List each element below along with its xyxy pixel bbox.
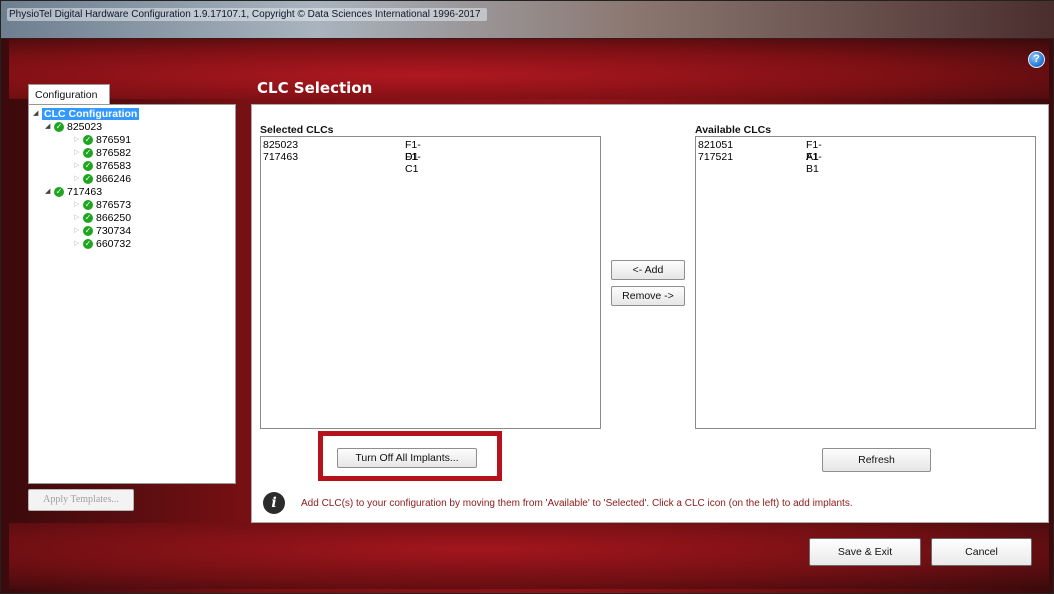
tree-item[interactable]: ▷ ✓ 876583 [74, 160, 131, 172]
collapse-arrow-icon[interactable]: ▷ [74, 225, 83, 237]
remove-button[interactable]: Remove -> [611, 286, 685, 306]
check-circle-icon: ✓ [83, 239, 93, 249]
check-circle-icon: ✓ [83, 135, 93, 145]
check-circle-icon: ✓ [54, 122, 64, 132]
tree-item[interactable]: ▷ ✓ 866250 [74, 212, 131, 224]
collapse-arrow-icon[interactable]: ▷ [74, 160, 83, 172]
title-bar[interactable]: PhysioTel Digital Hardware Configuration… [1, 1, 1054, 39]
list-item[interactable]: 825023 F1-D1 [263, 139, 421, 163]
collapse-arrow-icon[interactable]: ▷ [74, 147, 83, 159]
info-icon: i [263, 492, 285, 514]
tree-item-label[interactable]: 876582 [96, 147, 131, 159]
tree-root-label[interactable]: CLC Configuration [42, 108, 140, 120]
cancel-button[interactable]: Cancel [931, 538, 1032, 566]
tab-configuration[interactable]: Configuration [28, 84, 110, 105]
clc-id: 825023 [263, 139, 299, 151]
tree-item[interactable]: ▷ ✓ 876582 [74, 147, 131, 159]
check-circle-icon: ✓ [83, 148, 93, 158]
add-button[interactable]: <- Add [611, 260, 685, 280]
selected-clcs-label: Selected CLCs [260, 124, 334, 136]
clc-id: 821051 [698, 139, 734, 151]
available-clcs-label: Available CLCs [695, 124, 772, 136]
tree-item[interactable]: ▷ ✓ 866246 [74, 173, 131, 185]
expand-arrow-icon[interactable]: ◢ [45, 121, 54, 133]
tree-group-label[interactable]: 717463 [67, 186, 102, 198]
list-item[interactable]: 821051 F1-A1 [698, 139, 822, 163]
refresh-button[interactable]: Refresh [822, 448, 931, 472]
tree-root[interactable]: ◢ CLC Configuration [33, 108, 140, 120]
tree-item-label[interactable]: 866250 [96, 212, 131, 224]
expand-arrow-icon[interactable]: ◢ [45, 186, 54, 198]
tree-item[interactable]: ▷ ✓ 876573 [74, 199, 131, 211]
list-item[interactable]: 717521 F1-B1 [698, 151, 822, 175]
tree-group-label[interactable]: 825023 [67, 121, 102, 133]
info-message: Add CLC(s) to your configuration by movi… [301, 498, 853, 509]
collapse-arrow-icon[interactable]: ▷ [74, 199, 83, 211]
clc-code: F1-C1 [405, 151, 421, 175]
list-item[interactable]: 717463 F1-C1 [263, 151, 421, 175]
check-circle-icon: ✓ [83, 200, 93, 210]
tree-item-label[interactable]: 730734 [96, 225, 131, 237]
header-banner [9, 39, 1049, 99]
save-exit-button[interactable]: Save & Exit [809, 538, 921, 566]
tree-group-825023[interactable]: ◢ ✓ 825023 [45, 121, 102, 133]
apply-templates-button[interactable]: Apply Templates... [28, 489, 134, 511]
help-icon[interactable]: ? [1028, 51, 1045, 68]
tree-item-label[interactable]: 876583 [96, 160, 131, 172]
clc-id: 717521 [698, 151, 734, 163]
tree-item-label[interactable]: 660732 [96, 238, 131, 250]
available-clcs-list[interactable]: 821051 F1-A1 717521 F1-B1 [695, 136, 1036, 429]
collapse-arrow-icon[interactable]: ▷ [74, 134, 83, 146]
tree-item-label[interactable]: 876573 [96, 199, 131, 211]
clc-code: F1-B1 [806, 151, 822, 175]
check-circle-icon: ✓ [83, 161, 93, 171]
check-circle-icon: ✓ [83, 226, 93, 236]
window-title: PhysioTel Digital Hardware Configuration… [7, 8, 487, 21]
tree-item[interactable]: ▷ ✓ 730734 [74, 225, 131, 237]
page-title: CLC Selection [257, 79, 373, 97]
check-circle-icon: ✓ [54, 187, 64, 197]
check-circle-icon: ✓ [83, 213, 93, 223]
highlight-box [318, 431, 502, 481]
check-circle-icon: ✓ [83, 174, 93, 184]
app-window: PhysioTel Digital Hardware Configuration… [0, 0, 1054, 594]
clc-id: 717463 [263, 151, 299, 163]
collapse-arrow-icon[interactable]: ▷ [74, 173, 83, 185]
tree-item[interactable]: ▷ ✓ 660732 [74, 238, 131, 250]
selected-clcs-list[interactable]: 825023 F1-D1 717463 F1-C1 [260, 136, 601, 429]
tree-item-label[interactable]: 876591 [96, 134, 131, 146]
tree-item-label[interactable]: 866246 [96, 173, 131, 185]
collapse-arrow-icon[interactable]: ▷ [74, 212, 83, 224]
expand-arrow-icon[interactable]: ◢ [33, 108, 42, 120]
configuration-tree: ◢ CLC Configuration ◢ ✓ 825023 ▷ ✓ 876591 ▷ ✓ 8… [28, 104, 236, 484]
tree-group-717463[interactable]: ◢ ✓ 717463 [45, 186, 102, 198]
collapse-arrow-icon[interactable]: ▷ [74, 238, 83, 250]
tree-item[interactable]: ▷ ✓ 876591 [74, 134, 131, 146]
